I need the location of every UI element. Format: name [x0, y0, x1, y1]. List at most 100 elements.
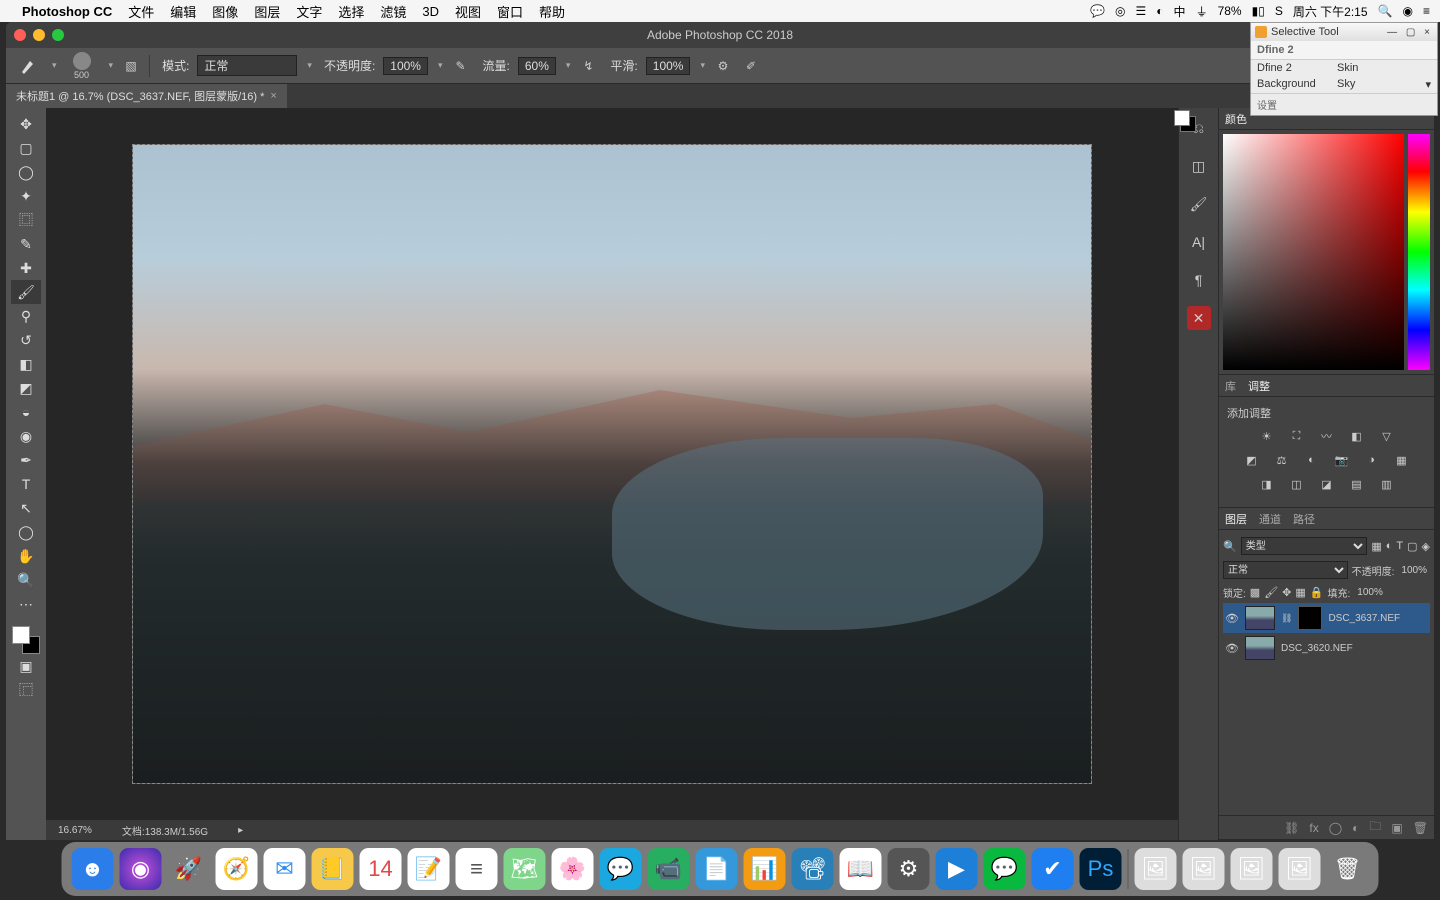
- smooth-chevron-icon[interactable]: ▾: [700, 60, 705, 71]
- photoshop-app[interactable]: Ps: [1080, 848, 1122, 890]
- input-icon[interactable]: 中: [1174, 3, 1186, 20]
- photo-filter-icon[interactable]: 📷: [1332, 451, 1352, 469]
- menu-help[interactable]: 帮助: [539, 2, 565, 21]
- visibility-icon[interactable]: 👁: [1225, 642, 1239, 655]
- flow-chevron-icon[interactable]: ▾: [566, 60, 571, 71]
- color-field[interactable]: [1223, 134, 1404, 370]
- menu-select[interactable]: 选择: [338, 2, 364, 21]
- fx-icon[interactable]: fx: [1309, 821, 1318, 835]
- gear-icon[interactable]: ⚙: [713, 56, 733, 76]
- menu-view[interactable]: 视图: [455, 2, 481, 21]
- status-chevron-icon[interactable]: ▸: [238, 825, 243, 836]
- safari-app[interactable]: 🧭: [216, 848, 258, 890]
- screenmode-tool[interactable]: ⿸: [11, 678, 41, 702]
- wifi-icon[interactable]: ⏚: [1196, 3, 1208, 20]
- opacity-value[interactable]: 100%: [383, 57, 428, 75]
- levels-icon[interactable]: ⛶: [1287, 427, 1307, 445]
- flow-value[interactable]: 60%: [518, 57, 556, 75]
- threshold-icon[interactable]: ◪: [1317, 475, 1337, 493]
- player-app[interactable]: ▶: [936, 848, 978, 890]
- eraser-tool[interactable]: ◧: [11, 352, 41, 376]
- hand-tool[interactable]: ✋: [11, 544, 41, 568]
- chevron-down-icon[interactable]: ▾: [1425, 78, 1431, 91]
- layer-thumb[interactable]: [1245, 636, 1275, 660]
- hue-strip[interactable]: [1408, 134, 1430, 370]
- trash-icon[interactable]: 🗑: [1413, 821, 1428, 835]
- tray-icon[interactable]: ☰: [1136, 4, 1147, 18]
- eyedropper-tool[interactable]: ✎: [11, 232, 41, 256]
- posterize-icon[interactable]: ◫: [1287, 475, 1307, 493]
- filter-smart-icon[interactable]: ◈: [1422, 540, 1430, 553]
- crop-tool[interactable]: ⿴: [11, 208, 41, 232]
- stamp-tool[interactable]: ⚲: [11, 304, 41, 328]
- zoom-tool[interactable]: 🔍: [11, 568, 41, 592]
- keynote-app[interactable]: 📽: [792, 848, 834, 890]
- hue-icon[interactable]: ◩: [1242, 451, 1262, 469]
- brush-tool[interactable]: 🖌: [11, 280, 41, 304]
- canvas[interactable]: [132, 144, 1092, 784]
- dock-recent-3[interactable]: 🖼: [1231, 848, 1273, 890]
- gradient-map-icon[interactable]: ▤: [1347, 475, 1367, 493]
- visibility-icon[interactable]: 👁: [1225, 612, 1239, 625]
- lock-all-icon[interactable]: 🔒: [1310, 586, 1324, 599]
- pages-app[interactable]: 📄: [696, 848, 738, 890]
- edit-toolbar[interactable]: ⋯: [11, 592, 41, 616]
- lock-paint-icon[interactable]: 🖌: [1264, 586, 1278, 599]
- panel-swatch[interactable]: [1174, 110, 1196, 132]
- menu-filter[interactable]: 滤镜: [380, 2, 406, 21]
- calendar-app[interactable]: 14: [360, 848, 402, 890]
- type-tool[interactable]: T: [11, 472, 41, 496]
- opacity-chevron-icon[interactable]: ▾: [438, 60, 443, 71]
- maps-app[interactable]: 🗺: [504, 848, 546, 890]
- siri-app[interactable]: ◉: [120, 848, 162, 890]
- exposure-icon[interactable]: ◧: [1347, 427, 1367, 445]
- link-layers-icon[interactable]: ⛓: [1284, 821, 1299, 835]
- contacts-app[interactable]: 📒: [312, 848, 354, 890]
- launchpad-app[interactable]: 🚀: [168, 848, 210, 890]
- channels-tab[interactable]: 通道: [1259, 511, 1281, 527]
- brush-preview[interactable]: 500: [65, 52, 99, 80]
- menu-3d[interactable]: 3D: [422, 4, 439, 19]
- quickmask-tool[interactable]: ▣: [11, 654, 41, 678]
- selective-row-0[interactable]: Dfine 2 Skin: [1251, 60, 1437, 76]
- shape-tool[interactable]: ◯: [11, 520, 41, 544]
- filter-icon[interactable]: 🔍: [1223, 540, 1237, 553]
- settings-app[interactable]: ⚙: [888, 848, 930, 890]
- blend-mode-select[interactable]: 正常: [1223, 561, 1348, 579]
- color-tab[interactable]: 颜色: [1225, 111, 1247, 127]
- layer-opacity-value[interactable]: 100%: [1398, 565, 1430, 576]
- curves-icon[interactable]: 〰: [1317, 427, 1337, 445]
- close-panel-icon[interactable]: ✕: [1187, 306, 1211, 330]
- battery-icon[interactable]: ▮▯: [1252, 4, 1265, 18]
- window-controls-icon[interactable]: — ▢ ×: [1387, 27, 1433, 38]
- menu-type[interactable]: 文字: [296, 2, 322, 21]
- document-tab[interactable]: 未标题1 @ 16.7% (DSC_3637.NEF, 图层蒙版/16) * ×: [6, 84, 287, 108]
- color-swatch[interactable]: [12, 626, 40, 654]
- adjustment-layer-icon[interactable]: ◐: [1352, 821, 1359, 835]
- window-minimize-button[interactable]: [33, 29, 45, 41]
- quick-select-tool[interactable]: ✦: [11, 184, 41, 208]
- reminders-app[interactable]: ≡: [456, 848, 498, 890]
- marquee-tool[interactable]: ▢: [11, 136, 41, 160]
- notification-icon[interactable]: ≡: [1423, 4, 1430, 18]
- selective-row-1[interactable]: Background Sky ▾: [1251, 76, 1437, 93]
- filter-shape-icon[interactable]: ▢: [1407, 540, 1417, 553]
- move-tool[interactable]: ✥: [11, 112, 41, 136]
- brightness-icon[interactable]: ☀: [1257, 427, 1277, 445]
- spotlight-icon[interactable]: 🔍: [1378, 4, 1393, 18]
- sync-icon[interactable]: ◎: [1115, 4, 1125, 18]
- paths-tab[interactable]: 路径: [1293, 511, 1315, 527]
- selective-tool-window[interactable]: Selective Tool — ▢ × Dfine 2 Dfine 2 Ski…: [1250, 22, 1438, 116]
- filter-type-select[interactable]: 类型: [1241, 537, 1368, 555]
- wechat-icon[interactable]: 💬: [1090, 4, 1105, 18]
- dock-recent-1[interactable]: 🖼: [1135, 848, 1177, 890]
- photos-app[interactable]: 🌸: [552, 848, 594, 890]
- dock-recent-4[interactable]: 🖼: [1279, 848, 1321, 890]
- pen-tool[interactable]: ✒: [11, 448, 41, 472]
- blur-tool[interactable]: ◒: [11, 400, 41, 424]
- window-zoom-button[interactable]: [52, 29, 64, 41]
- smooth-value[interactable]: 100%: [646, 57, 691, 75]
- lasso-tool[interactable]: ◯: [11, 160, 41, 184]
- layer-row-1[interactable]: 👁 DSC_3620.NEF: [1223, 633, 1430, 663]
- layer-mask-thumb[interactable]: [1298, 606, 1322, 630]
